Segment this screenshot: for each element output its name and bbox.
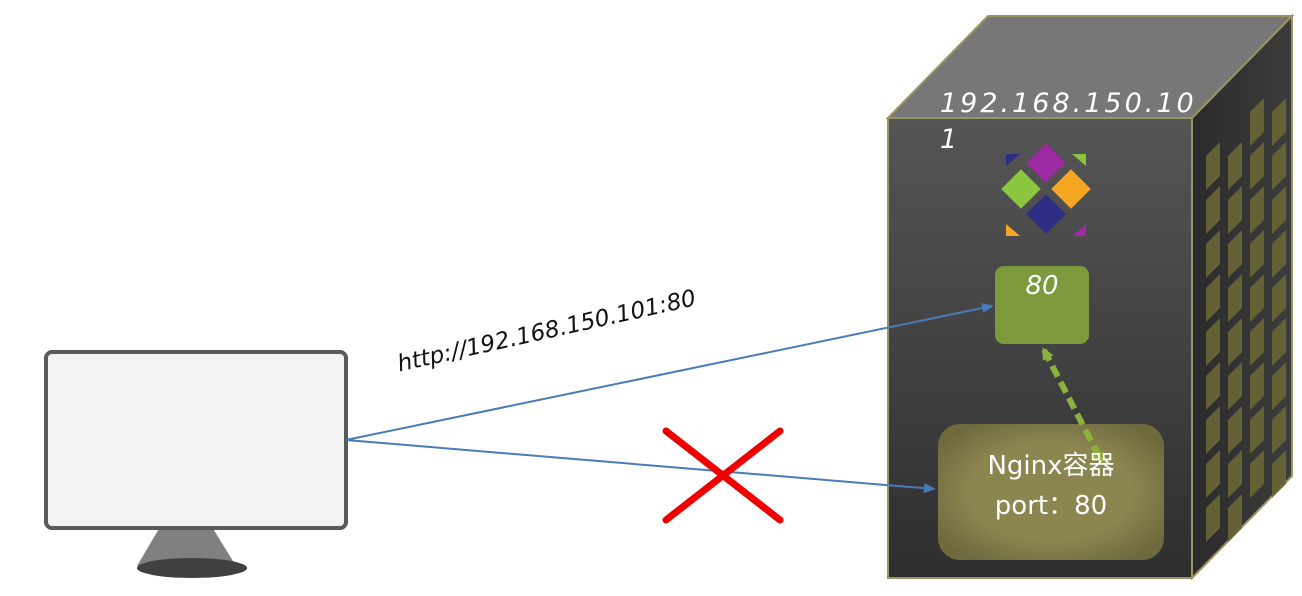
container-name-label: Nginx容器: [987, 451, 1115, 481]
monitor-icon: [44, 350, 348, 578]
server-ip-label: 192.168.150.101: [940, 88, 1197, 155]
host-port-label: 80: [1025, 271, 1059, 301]
container-port-label: port：80: [994, 491, 1108, 521]
request-arrow-container-direct: [345, 439, 936, 494]
